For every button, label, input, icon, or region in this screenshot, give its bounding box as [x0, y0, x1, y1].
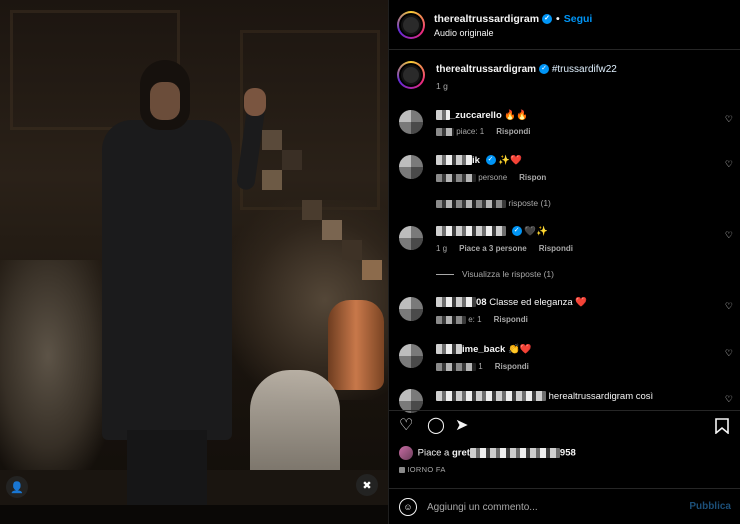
- audio-link[interactable]: Audio originale: [434, 28, 494, 38]
- comment-text: ✨❤️: [498, 155, 522, 166]
- heart-icon[interactable]: ♡: [725, 394, 733, 405]
- chair: [250, 370, 340, 480]
- reply-button[interactable]: Rispondi: [495, 362, 529, 371]
- reply-button[interactable]: Rispondi: [494, 315, 528, 324]
- comment-likes[interactable]: e: 1: [468, 315, 481, 324]
- verified-badge-icon: ✓: [542, 14, 553, 25]
- comment-username[interactable]: ik: [472, 155, 480, 166]
- heart-icon[interactable]: ♡: [725, 301, 733, 312]
- comment-likes[interactable]: persone: [478, 173, 507, 182]
- comment-line: ✓ 🖤✨: [436, 226, 548, 237]
- comment-meta: persone Rispon: [436, 173, 546, 182]
- comment-item: herealtrussardigram così ♡: [389, 388, 740, 413]
- avatar[interactable]: [399, 226, 423, 250]
- pixelated-area: [362, 260, 382, 280]
- mute-icon[interactable]: ✖: [356, 474, 378, 496]
- share-icon[interactable]: ➤: [455, 418, 468, 434]
- follow-button[interactable]: Segui: [564, 13, 593, 25]
- comment-item: ✓ 🖤✨ 1 g Piace a 3 persone Rispondi Visual…: [389, 224, 740, 282]
- comment-item: ik ✓ ✨❤️ persone Rispon risposte (1) ♡: [389, 153, 740, 211]
- heart-icon[interactable]: ♡: [399, 418, 413, 434]
- comment-input[interactable]: [427, 497, 677, 517]
- comment-icon[interactable]: ◯: [427, 418, 445, 434]
- comment-time: 1 g: [436, 244, 448, 253]
- separator: •: [556, 13, 560, 25]
- avatar[interactable]: [399, 110, 423, 134]
- avatar: [399, 446, 413, 460]
- comment-meta: e: 1 Rispondi: [436, 315, 528, 324]
- comment-username[interactable]: ime_back: [462, 344, 505, 355]
- comment-meta: 1 g Piace a 3 persone Rispondi: [436, 244, 573, 253]
- caption-time: 1 g: [436, 81, 448, 91]
- comment-username[interactable]: 08: [476, 297, 487, 308]
- pixelated-area: [322, 220, 342, 240]
- comment-item: _zuccarello 🔥🔥 piace: 1 Rispondi ♡: [389, 108, 740, 148]
- post-date: IORNO FA: [399, 465, 446, 474]
- pixelated-area: [282, 150, 302, 170]
- pixelated-area: [342, 240, 362, 260]
- user-tag-icon[interactable]: 👤: [6, 476, 28, 498]
- pixelated-area: [262, 170, 282, 190]
- post-header: therealtrussardigram ✓ • Segui Audio origin…: [389, 0, 740, 50]
- avatar[interactable]: [399, 297, 423, 321]
- comment-text: Classe ed eleganza ❤️: [489, 297, 588, 308]
- avatar[interactable]: [397, 61, 425, 89]
- reply-button[interactable]: Rispondi: [496, 127, 530, 136]
- caption-username[interactable]: therealtrussardigram: [436, 64, 536, 75]
- likes-count[interactable]: 958: [560, 448, 576, 459]
- verified-badge-icon: ✓: [511, 226, 522, 237]
- comment-line: ik ✓ ✨❤️: [436, 155, 522, 166]
- verified-badge-icon: ✓: [539, 64, 550, 75]
- avatar[interactable]: [399, 344, 423, 368]
- post-media[interactable]: 👤 ✖: [0, 0, 388, 524]
- heart-icon[interactable]: ♡: [725, 159, 733, 170]
- comment-meta: 1 Rispondi: [436, 362, 529, 371]
- avatar[interactable]: [399, 155, 423, 179]
- comment-line: ime_back 👏❤️: [436, 344, 532, 355]
- username-link[interactable]: therealtrussardigram: [434, 13, 539, 25]
- heart-icon[interactable]: ♡: [725, 230, 733, 241]
- comment-item: ime_back 👏❤️ 1 Rispondi ♡: [389, 342, 740, 382]
- comment-composer: ☺ Pubblica: [389, 488, 740, 524]
- heart-icon[interactable]: ♡: [725, 348, 733, 359]
- verified-badge-icon: ✓: [485, 155, 496, 166]
- emoji-icon[interactable]: ☺: [399, 498, 417, 516]
- post-sidebar: therealtrussardigram ✓ • Segui Audio origin…: [388, 0, 740, 524]
- pixelated-area: [302, 200, 322, 220]
- reply-button[interactable]: Rispondi: [539, 244, 573, 253]
- comment-likes[interactable]: Piace a 3 persone: [459, 244, 527, 253]
- view-replies-link[interactable]: risposte (1): [436, 198, 551, 208]
- likes-prefix: Piace a: [417, 447, 450, 459]
- caption-hashtag[interactable]: #trussardifw22: [552, 64, 617, 75]
- comment-line: herealtrussardigram così: [436, 391, 653, 402]
- model-figure: [92, 60, 267, 505]
- comment-line: _zuccarello 🔥🔥: [436, 110, 528, 121]
- reply-button[interactable]: Rispon: [519, 173, 546, 182]
- avatar[interactable]: [397, 11, 425, 39]
- likes-summary[interactable]: Piace a gret 958: [399, 446, 576, 460]
- comment-text: 🖤✨: [524, 226, 548, 237]
- caption-text: therealtrussardigram ✓ #trussardifw22: [436, 64, 617, 75]
- post-caption: therealtrussardigram ✓ #trussardifw22 1 g: [389, 55, 740, 95]
- comment-line: 08 Classe ed eleganza ❤️: [436, 297, 587, 308]
- publish-button[interactable]: Pubblica: [689, 501, 731, 512]
- header-username-row: therealtrussardigram ✓ • Segui: [434, 13, 592, 25]
- comment-likes[interactable]: 1: [478, 362, 482, 371]
- comment-text: 🔥🔥: [504, 110, 529, 121]
- comment-likes[interactable]: piace: 1: [456, 127, 484, 136]
- bookmark-icon[interactable]: [715, 418, 729, 438]
- view-replies-link[interactable]: Visualizza le risposte (1): [436, 269, 554, 279]
- comment-username[interactable]: _zuccarello: [450, 110, 502, 121]
- heart-icon[interactable]: ♡: [725, 114, 733, 125]
- comment-text: 👏❤️: [507, 344, 532, 355]
- comment-text: herealtrussardigram così: [548, 391, 654, 402]
- comment-item: 08 Classe ed eleganza ❤️ e: 1 Rispondi ♡: [389, 295, 740, 335]
- comment-meta: piace: 1 Rispondi: [436, 127, 530, 136]
- pixelated-area: [262, 130, 282, 150]
- likes-user[interactable]: gret: [452, 448, 470, 459]
- action-bar: ♡ ◯ ➤: [389, 410, 740, 442]
- vase: [328, 300, 384, 390]
